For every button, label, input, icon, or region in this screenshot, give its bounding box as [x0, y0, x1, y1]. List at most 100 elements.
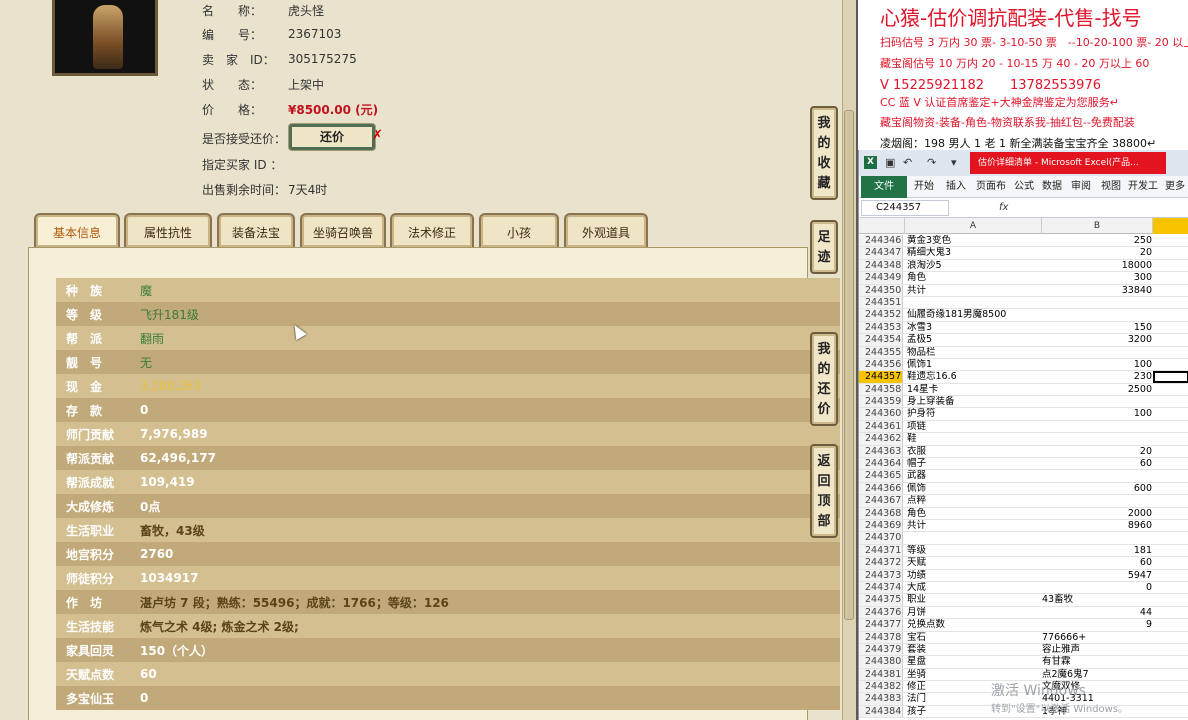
- ribbon-tab-8[interactable]: 开发工: [1127, 176, 1159, 198]
- row-number[interactable]: 244372: [859, 557, 903, 569]
- row-number[interactable]: 244348: [859, 259, 903, 272]
- row-number[interactable]: 244382: [859, 681, 903, 693]
- tab-1[interactable]: 属性抗性: [124, 213, 212, 247]
- tab-5[interactable]: 小孩: [479, 213, 559, 247]
- row-number[interactable]: 244352: [859, 309, 903, 321]
- cell-a[interactable]: 冰雪3: [907, 322, 1041, 334]
- save-icon[interactable]: ▣: [885, 157, 897, 169]
- row-number[interactable]: 244376: [859, 606, 903, 619]
- row-number[interactable]: 244369: [859, 519, 903, 532]
- cell-b[interactable]: 230: [1042, 371, 1152, 383]
- row-number[interactable]: 244378: [859, 631, 903, 643]
- ribbon-tab-0[interactable]: 文件: [861, 176, 907, 198]
- row-number[interactable]: 244356: [859, 358, 903, 371]
- row-number[interactable]: 244374: [859, 581, 903, 594]
- row-number[interactable]: 244371: [859, 544, 903, 557]
- cell-a[interactable]: 鞋遗忘16.6: [907, 371, 1041, 383]
- row-number[interactable]: 244375: [859, 594, 903, 606]
- cell-b[interactable]: 有甘霖: [1042, 656, 1152, 668]
- active-cell[interactable]: [1153, 371, 1188, 384]
- cell-b[interactable]: 60: [1042, 458, 1152, 470]
- cell-a[interactable]: 孟极5: [907, 334, 1041, 346]
- row-number[interactable]: 244362: [859, 433, 903, 445]
- side-button-2[interactable]: 我的还价: [810, 332, 838, 426]
- cell-a[interactable]: 衣服: [907, 446, 1041, 458]
- cell-b[interactable]: 600: [1042, 483, 1152, 495]
- ribbon-tab-9[interactable]: 更多: [1161, 176, 1188, 198]
- cell-b[interactable]: 43畜牧: [1042, 594, 1152, 606]
- fx-icon[interactable]: fx: [999, 200, 1008, 216]
- name-box[interactable]: C244357: [861, 200, 949, 216]
- tab-0[interactable]: 基本信息: [34, 213, 120, 247]
- ribbon-tab-4[interactable]: 公式: [1011, 176, 1037, 198]
- tab-6[interactable]: 外观道具: [564, 213, 648, 247]
- row-number[interactable]: 244367: [859, 495, 903, 507]
- cell-b[interactable]: 2500: [1042, 384, 1152, 396]
- row-number[interactable]: 244380: [859, 656, 903, 668]
- side-button-3[interactable]: 返回顶部: [810, 444, 838, 538]
- row-number[interactable]: 244349: [859, 272, 903, 284]
- cell-b[interactable]: 100: [1042, 408, 1152, 420]
- select-all-corner[interactable]: [859, 218, 905, 234]
- cell-a[interactable]: 物品栏: [907, 347, 1041, 359]
- row-number[interactable]: 244384: [859, 705, 903, 718]
- cell-a[interactable]: 套装: [907, 644, 1041, 656]
- cell-b[interactable]: 20: [1042, 446, 1152, 458]
- cell-a[interactable]: 佩饰1: [907, 359, 1041, 371]
- redo-icon[interactable]: ↷: [927, 157, 939, 169]
- cell-a[interactable]: 护身符: [907, 408, 1041, 420]
- ribbon-tab-5[interactable]: 数据: [1039, 176, 1065, 198]
- cell-a[interactable]: 兑换点数: [907, 619, 1041, 631]
- row-number[interactable]: 244377: [859, 619, 903, 631]
- cell-b[interactable]: 300: [1042, 272, 1152, 284]
- cell-a[interactable]: 角色: [907, 508, 1041, 520]
- cell-b[interactable]: 20: [1042, 247, 1152, 259]
- cell-b[interactable]: 18000: [1042, 260, 1152, 272]
- row-number[interactable]: 244350: [859, 284, 903, 296]
- row-number[interactable]: 244379: [859, 643, 903, 656]
- cell-a[interactable]: 角色: [907, 272, 1041, 284]
- side-button-0[interactable]: 我的收藏: [810, 106, 838, 200]
- cell-b[interactable]: 9: [1042, 619, 1152, 631]
- cell-a[interactable]: 大成: [907, 582, 1041, 594]
- cell-b[interactable]: 150: [1042, 322, 1152, 334]
- side-button-1[interactable]: 足迹: [810, 220, 838, 274]
- cell-a[interactable]: 共计: [907, 520, 1041, 532]
- ribbon-tab-3[interactable]: 页面布: [973, 176, 1009, 198]
- cell-a[interactable]: 功绩: [907, 570, 1041, 582]
- row-number[interactable]: 244347: [859, 247, 903, 259]
- cell-a[interactable]: 14星卡: [907, 384, 1041, 396]
- cell-a[interactable]: 月饼: [907, 607, 1041, 619]
- tab-3[interactable]: 坐骑召唤兽: [300, 213, 386, 247]
- cell-a[interactable]: 宝石: [907, 632, 1041, 644]
- cell-b[interactable]: 2000: [1042, 508, 1152, 520]
- cell-a[interactable]: 身上穿装备: [907, 396, 1041, 408]
- cell-b[interactable]: 250: [1042, 235, 1152, 247]
- row-number[interactable]: 244346: [859, 235, 903, 247]
- cell-b[interactable]: 容止雅声: [1042, 644, 1152, 656]
- scrollbar-thumb[interactable]: [844, 110, 854, 620]
- cell-b[interactable]: 776666+: [1042, 632, 1152, 644]
- cell-b[interactable]: 5947: [1042, 570, 1152, 582]
- tab-2[interactable]: 装备法宝: [217, 213, 295, 247]
- cell-b[interactable]: 181: [1042, 545, 1152, 557]
- row-number[interactable]: 244351: [859, 296, 903, 309]
- row-number[interactable]: 244360: [859, 408, 903, 420]
- cell-a[interactable]: 星盘: [907, 656, 1041, 668]
- row-number[interactable]: 244373: [859, 569, 903, 581]
- cell-b[interactable]: 0: [1042, 582, 1152, 594]
- cell-a[interactable]: 等级: [907, 545, 1041, 557]
- column-header-a[interactable]: A: [905, 218, 1042, 234]
- cell-a[interactable]: 佩饰: [907, 483, 1041, 495]
- cell-b[interactable]: 100: [1042, 359, 1152, 371]
- cell-b[interactable]: 3200: [1042, 334, 1152, 346]
- cell-b[interactable]: 44: [1042, 607, 1152, 619]
- row-number[interactable]: 244353: [859, 321, 903, 334]
- cell-a[interactable]: 项链: [907, 421, 1041, 433]
- row-number[interactable]: 244361: [859, 420, 903, 433]
- customize-toolbar-icon[interactable]: ▾: [951, 157, 963, 169]
- row-number[interactable]: 244368: [859, 507, 903, 519]
- row-number[interactable]: 244357: [859, 371, 903, 383]
- cell-b[interactable]: 8960: [1042, 520, 1152, 532]
- ribbon-tab-7[interactable]: 视图: [1097, 176, 1125, 198]
